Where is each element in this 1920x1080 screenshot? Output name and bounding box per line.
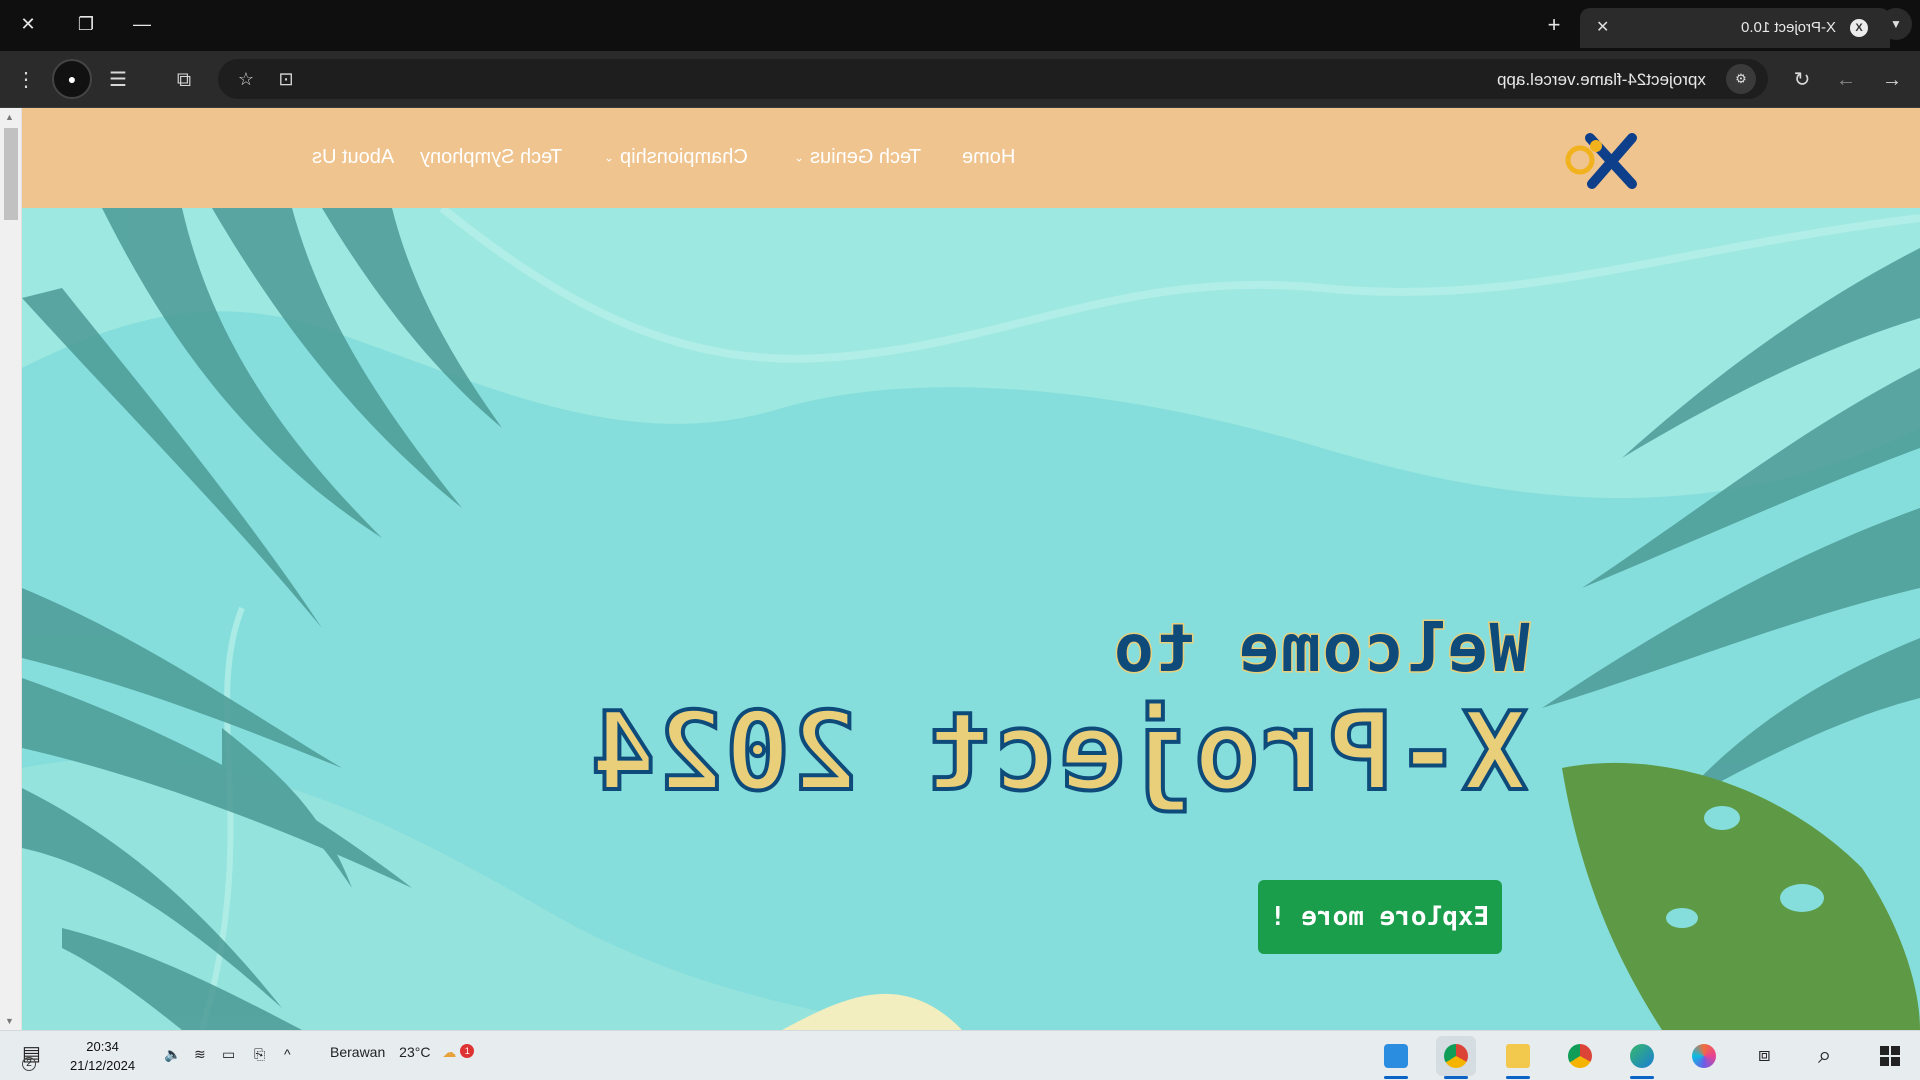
avatar-icon: ● bbox=[67, 71, 77, 87]
chevron-down-icon: ⌄ bbox=[794, 150, 805, 165]
puzzle-icon: ⧉ bbox=[176, 69, 192, 91]
vscode-icon bbox=[1384, 1044, 1408, 1068]
chrome-icon bbox=[1568, 1044, 1592, 1068]
chevron-down-icon: ▼ bbox=[1890, 17, 1902, 31]
vertical-scrollbar[interactable]: ▲ ▼ bbox=[0, 108, 22, 1030]
extensions-button[interactable]: ⧉ bbox=[168, 64, 200, 96]
hero-background-art bbox=[22, 208, 1920, 1030]
forward-button[interactable]: ← bbox=[1830, 64, 1862, 96]
new-tab-button[interactable]: + bbox=[1540, 12, 1568, 40]
nav-label: Tech Genius bbox=[809, 146, 921, 168]
file-explorer-taskbar-button[interactable] bbox=[1498, 1036, 1538, 1079]
scroll-down-icon[interactable]: ▼ bbox=[5, 1016, 14, 1026]
active-indicator bbox=[1444, 1076, 1468, 1079]
nav-label: About Us bbox=[312, 146, 395, 168]
chevron-down-icon: ⌄ bbox=[604, 150, 615, 165]
tab-favicon-icon: X bbox=[1850, 19, 1868, 37]
tab-title: X-Project 10.0 bbox=[1740, 19, 1836, 36]
nav-about-us[interactable]: About Us bbox=[312, 146, 394, 169]
clock-time: 20:34 bbox=[86, 1039, 119, 1054]
task-view-icon: ⧈ bbox=[1758, 1044, 1771, 1066]
reload-icon: ↻ bbox=[1793, 69, 1811, 91]
hero-headline: X-Project 2024 bbox=[587, 688, 1529, 817]
battery-icon[interactable]: ▭ bbox=[222, 1046, 235, 1063]
active-indicator bbox=[1506, 1076, 1530, 1079]
weather-alert-badge: 1 bbox=[460, 1044, 475, 1058]
weather-temp: 23°C bbox=[399, 1044, 431, 1060]
close-icon: ✕ bbox=[20, 13, 36, 34]
close-window-button[interactable]: ✕ bbox=[0, 0, 56, 48]
site-navbar: About Us Tech Symphony ⌄ Championship ⌄ … bbox=[22, 108, 1920, 208]
start-icon bbox=[1880, 1046, 1900, 1066]
scroll-up-icon[interactable]: ▲ bbox=[5, 112, 14, 122]
nav-tech-genius[interactable]: ⌄ Tech Genius bbox=[794, 146, 921, 169]
clock-button[interactable]: 20:34 21/12/2024 bbox=[70, 1037, 135, 1075]
back-button[interactable]: → bbox=[1876, 64, 1908, 96]
clock-date: 21/12/2024 bbox=[70, 1058, 136, 1073]
cloud-sun-icon: ☁ bbox=[442, 1044, 457, 1060]
profile-button[interactable]: ● bbox=[52, 59, 92, 99]
site-info-icon[interactable]: ⚙ bbox=[1726, 64, 1756, 94]
edge-icon bbox=[1630, 1044, 1654, 1068]
minimize-window-button[interactable]: — bbox=[114, 0, 170, 48]
address-bar[interactable]: ☆ ⊡ xproject24-flame.vercel.app ⚙ bbox=[218, 59, 1768, 99]
notification-count-badge: 2 bbox=[22, 1057, 36, 1071]
volume-icon[interactable]: 🔈 bbox=[164, 1046, 181, 1063]
hero-section: Welcome to X-Project 2024 bbox=[22, 208, 1920, 1030]
copilot-taskbar-button[interactable] bbox=[1684, 1036, 1724, 1076]
scrollbar-thumb[interactable] bbox=[4, 128, 18, 220]
nav-championship[interactable]: ⌄ Championship bbox=[604, 146, 747, 169]
task-view-button[interactable]: ⧈ bbox=[1748, 1036, 1788, 1076]
tab-xproject[interactable]: ✕ X-Project 10.0 X bbox=[1580, 8, 1890, 48]
edge-taskbar-button[interactable] bbox=[1622, 1036, 1662, 1079]
weather-widget[interactable]: Berawan 23°C ☁ 1 bbox=[330, 1044, 475, 1061]
page-viewport: ▲ ▼ About Us Tech Symphony ⌄ Championshi… bbox=[0, 108, 1920, 1030]
search-button[interactable]: ⌕ bbox=[1810, 1036, 1850, 1076]
weather-text: Berawan bbox=[330, 1044, 386, 1060]
usb-icon[interactable]: ⎘ bbox=[254, 1046, 265, 1063]
vscode-taskbar-button[interactable] bbox=[1376, 1036, 1416, 1079]
list-icon: ☰ bbox=[109, 69, 127, 91]
chrome-taskbar-button[interactable] bbox=[1560, 1036, 1600, 1076]
menu-button[interactable]: ⋮ bbox=[10, 64, 42, 96]
chrome-profile-taskbar-button[interactable] bbox=[1436, 1036, 1476, 1079]
cta-label: Explore more ! bbox=[1270, 902, 1490, 932]
tab-close-icon[interactable]: ✕ bbox=[1596, 17, 1609, 37]
active-indicator bbox=[1630, 1076, 1654, 1079]
tab-search-button[interactable]: ▼ bbox=[1880, 8, 1912, 40]
search-icon: ⌕ bbox=[1818, 1042, 1832, 1069]
nav-label: Home bbox=[962, 146, 1016, 168]
wifi-icon[interactable]: ≋ bbox=[194, 1046, 206, 1063]
browser-titlebar: ✕ ❐ — + ✕ X-Project 10.0 X ▼ bbox=[0, 0, 1920, 51]
nav-label: Championship bbox=[619, 146, 748, 168]
reading-list-button[interactable]: ☰ bbox=[102, 64, 134, 96]
back-arrow-icon: → bbox=[1882, 69, 1902, 91]
start-button[interactable] bbox=[1870, 1036, 1910, 1076]
forward-arrow-icon: ← bbox=[1836, 69, 1856, 91]
nav-tech-symphony[interactable]: Tech Symphony bbox=[420, 146, 562, 169]
active-indicator bbox=[1384, 1076, 1408, 1079]
hero-welcome-text: Welcome to bbox=[1110, 609, 1530, 689]
bookmark-star-icon[interactable]: ☆ bbox=[230, 63, 262, 95]
chrome-profile-icon bbox=[1444, 1044, 1468, 1068]
windows-taskbar: ▤ 2 20:34 21/12/2024 🔈 ≋ ▭ ⎘ ^ Berawan 2… bbox=[0, 1030, 1920, 1080]
restore-window-button[interactable]: ❐ bbox=[58, 0, 114, 48]
notification-center-button[interactable]: ▤ 2 bbox=[22, 1041, 41, 1071]
reload-button[interactable]: ↻ bbox=[1786, 64, 1818, 96]
nav-label: Tech Symphony bbox=[420, 146, 563, 168]
url-text: xproject24-flame.vercel.app bbox=[1497, 70, 1706, 89]
copilot-icon bbox=[1692, 1044, 1716, 1068]
restore-icon: ❐ bbox=[77, 13, 95, 34]
file-explorer-icon bbox=[1506, 1044, 1530, 1068]
install-app-icon[interactable]: ⊡ bbox=[270, 63, 302, 95]
minimize-icon: — bbox=[133, 13, 151, 34]
nav-home[interactable]: Home bbox=[962, 146, 1015, 169]
explore-more-button[interactable]: Explore more ! bbox=[1258, 880, 1502, 954]
more-vert-icon: ⋮ bbox=[16, 69, 36, 91]
show-hidden-icons-button[interactable]: ^ bbox=[284, 1046, 291, 1062]
xproject-logo[interactable] bbox=[1562, 130, 1652, 190]
browser-toolbar: ⋮ ● ☰ ⧉ ☆ ⊡ xproject24-flame.vercel.app … bbox=[0, 51, 1920, 108]
